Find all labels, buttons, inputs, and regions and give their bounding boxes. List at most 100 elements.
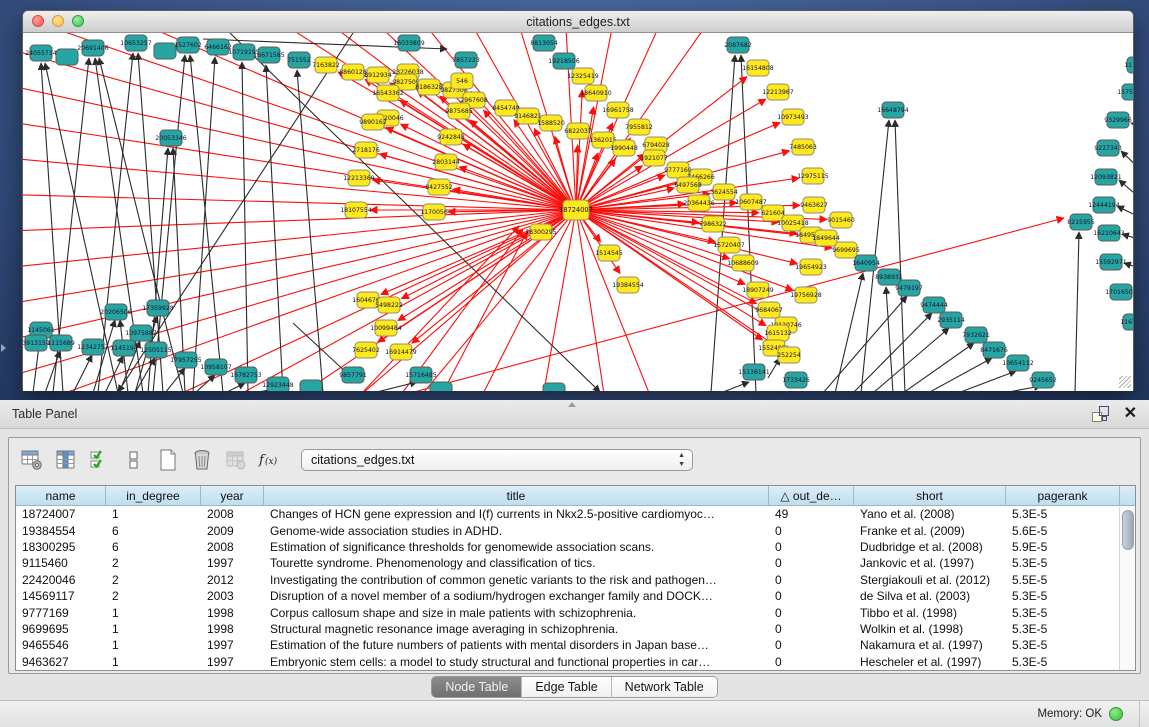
table-row[interactable]: 911546021997Tourette syndrome. Phenomeno… (16, 555, 1135, 571)
graph-edge[interactable] (195, 375, 215, 391)
graph-node[interactable]: 16671585 (253, 47, 285, 63)
graph-node[interactable]: 1112034 (1124, 57, 1133, 73)
column-header-pagerank[interactable]: pagerank (1006, 486, 1120, 505)
graph-node[interactable]: 7986322 (699, 216, 727, 232)
close-panel-icon[interactable]: ✕ (1124, 406, 1137, 422)
graph-node[interactable] (56, 49, 78, 65)
network-window[interactable]: citations_edges.txt 71638228860128891293… (22, 10, 1134, 391)
table-row[interactable]: 946362711997Embryonic stem cells: a mode… (16, 654, 1135, 670)
graph-node[interactable]: 252254 (777, 347, 801, 363)
graph-edge[interactable] (895, 120, 905, 391)
graph-node[interactable]: 8912934 (364, 67, 392, 83)
close-window-icon[interactable] (32, 15, 44, 27)
tab-node-table[interactable]: Node Table (432, 677, 522, 697)
column-header-name[interactable]: name (16, 486, 106, 505)
graph-node[interactable]: 12505115 (140, 342, 172, 358)
minimize-window-icon[interactable] (52, 15, 64, 27)
graph-node[interactable]: 1115689 (47, 335, 75, 351)
graph-node[interactable]: 24055714 (25, 45, 57, 61)
graph-node[interactable]: 9684067 (755, 302, 783, 318)
column-header-year[interactable]: year (201, 486, 264, 505)
graph-node[interactable]: 10653257 (120, 35, 152, 51)
graph-node[interactable]: 19218506 (548, 53, 580, 69)
graph-edge[interactable] (873, 328, 949, 391)
graph-node[interactable]: 16961758 (602, 102, 634, 118)
graph-node[interactable] (543, 383, 565, 391)
graph-node[interactable]: 16033809 (393, 35, 425, 51)
graph-edge[interactable] (266, 65, 283, 391)
table-row[interactable]: 977716911998Corpus callosum shape and si… (16, 604, 1135, 620)
import-table-icon[interactable] (221, 445, 251, 475)
graph-edge[interactable] (153, 55, 185, 391)
graph-edge[interactable] (576, 210, 777, 347)
graph-node[interactable]: 8938931 (875, 269, 903, 285)
network-canvas[interactable]: 7163822886012889129342322603898275091654… (23, 33, 1133, 391)
tab-edge-table[interactable]: Edge Table (522, 677, 611, 697)
table-settings-icon[interactable] (17, 445, 47, 475)
graph-node[interactable]: 1170056 (420, 204, 448, 220)
new-table-icon[interactable] (153, 445, 183, 475)
graph-node[interactable]: 1733426 (782, 372, 810, 388)
table-row[interactable]: 969969511998Structural magnetic resonanc… (16, 621, 1135, 637)
graph-edge[interactable] (886, 287, 893, 391)
graph-edge[interactable] (903, 343, 974, 391)
table-row[interactable]: 1938455462009Genome-wide association stu… (16, 522, 1135, 538)
graph-edge[interactable] (1119, 180, 1133, 218)
graph-node[interactable]: 1527602 (174, 37, 202, 53)
graph-node[interactable]: 19654923 (795, 259, 827, 275)
graph-node[interactable] (300, 380, 322, 391)
graph-node[interactable]: 12213967 (762, 84, 794, 100)
graph-edge[interactable] (576, 33, 743, 210)
graph-node[interactable]: 20206506 (100, 304, 132, 320)
table-row[interactable]: 2242004622012Investigating the contribut… (16, 572, 1135, 588)
graph-node[interactable]: 19756928 (790, 287, 822, 303)
graph-edge[interactable] (723, 382, 749, 391)
graph-edge[interactable] (23, 210, 576, 273)
graph-node[interactable]: 2087682 (724, 37, 752, 53)
graph-node[interactable]: 8215955 (1067, 214, 1095, 230)
graph-node[interactable]: 10654112 (1002, 355, 1034, 371)
graph-node[interactable]: 15751074 (1117, 84, 1133, 100)
graph-node[interactable]: 20053346 (155, 130, 187, 146)
graph-node[interactable]: 3624554 (710, 184, 738, 200)
graph-node[interactable]: 7485063 (789, 139, 817, 155)
graph-edge[interactable] (135, 358, 155, 391)
table-row[interactable]: 946554611997Estimation of the future num… (16, 637, 1135, 653)
memory-status-dot[interactable] (1109, 707, 1123, 721)
graph-node[interactable]: 20364436 (683, 195, 715, 211)
graph-node[interactable]: 15136141 (738, 364, 770, 380)
graph-node[interactable]: 9227343 (1094, 140, 1122, 156)
function-builder-icon[interactable]: f(x) (255, 445, 285, 475)
graph-node[interactable]: 12342757 (77, 339, 109, 355)
graph-node[interactable]: 9242848 (437, 129, 465, 145)
graph-node[interactable]: 7955812 (625, 119, 653, 135)
graph-edge[interactable] (928, 358, 992, 391)
graph-node[interactable] (430, 382, 452, 391)
column-header-out_de[interactable]: △ out_de… (769, 486, 854, 505)
graph-node[interactable]: 3913159 (23, 335, 50, 351)
graph-node[interactable]: 1615132 (764, 325, 792, 341)
graph-node[interactable]: 6822037 (564, 123, 592, 139)
graph-node[interactable]: 18724007 (559, 200, 593, 220)
zoom-window-icon[interactable] (72, 15, 84, 27)
graph-node[interactable]: 10973493 (777, 109, 809, 125)
graph-node[interactable]: 10099484 (370, 320, 402, 336)
window-resize-grip[interactable] (1119, 376, 1131, 388)
graph-edge[interactable] (225, 383, 245, 391)
float-panel-icon[interactable] (1092, 406, 1110, 422)
graph-edge[interactable] (958, 371, 1016, 391)
row-height-icon[interactable] (119, 445, 149, 475)
graph-node[interactable]: 2935114 (937, 312, 965, 328)
graph-node[interactable]: 12093821 (1090, 169, 1122, 185)
graph-node[interactable]: 19384554 (612, 277, 644, 293)
graph-node[interactable]: 16914479 (385, 344, 417, 360)
graph-node[interactable]: 8860128 (339, 64, 367, 80)
graph-edge[interactable] (73, 355, 92, 391)
splitter-handle-icon[interactable] (568, 402, 576, 407)
graph-node[interactable]: 1514545 (595, 245, 623, 261)
delete-table-icon[interactable] (187, 445, 217, 475)
graph-node[interactable]: 546 (451, 73, 473, 89)
graph-node[interactable]: 2718176 (352, 142, 380, 158)
graph-node[interactable]: 1990448 (610, 140, 638, 156)
vertical-scrollbar[interactable] (1119, 507, 1135, 670)
